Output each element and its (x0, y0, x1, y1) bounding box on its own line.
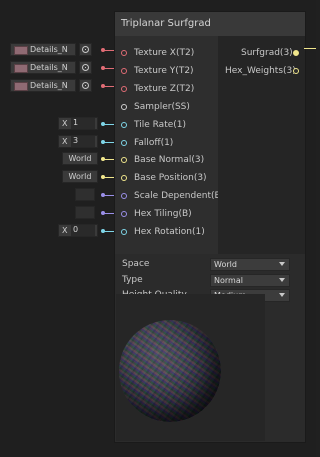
texture-x-object-field[interactable]: Details_N (10, 43, 76, 56)
input-port-texture-z[interactable]: Texture Z(T2) (115, 81, 218, 99)
type-dropdown[interactable]: Normal (210, 274, 290, 287)
scale-dependent-toggle[interactable] (75, 188, 95, 201)
wire (104, 159, 114, 160)
texture-y-object-field[interactable]: Details_N (10, 61, 76, 74)
tile-rate-value[interactable]: 1 (71, 118, 95, 129)
falloff-field[interactable]: X 3 (58, 135, 98, 148)
port-connector-icon[interactable] (121, 175, 127, 181)
port-connector-icon[interactable] (121, 122, 127, 128)
chevron-down-icon (279, 262, 285, 266)
input-port-texture-y[interactable]: Texture Y(T2) (115, 63, 218, 81)
node-preview[interactable] (116, 294, 265, 441)
wire (104, 177, 114, 178)
setting-space: Space World (115, 258, 305, 272)
port-connector-icon[interactable] (121, 68, 127, 74)
port-connector-icon[interactable] (293, 50, 299, 56)
port-connector-icon[interactable] (121, 50, 127, 56)
object-picker-icon (82, 64, 89, 71)
object-picker-button[interactable] (79, 43, 92, 56)
object-picker-icon (82, 46, 89, 53)
hex-tiling-toggle[interactable] (75, 206, 95, 219)
input-port-base-position[interactable]: Base Position(3) (115, 170, 218, 188)
wire (104, 68, 114, 69)
object-picker-button[interactable] (79, 61, 92, 74)
wire (104, 86, 114, 87)
preview-sphere (119, 320, 221, 422)
input-port-texture-x[interactable]: Texture X(T2) (115, 45, 218, 63)
base-position-field[interactable]: World (62, 170, 98, 183)
input-port-falloff[interactable]: Falloff(1) (115, 135, 218, 153)
graph-canvas[interactable]: Details_N Details_N Details_N X 1 X 3 Wo… (0, 0, 316, 457)
port-connector-icon[interactable] (121, 193, 127, 199)
output-port-hex-weights[interactable]: Hex_Weights(3) (218, 63, 305, 81)
texture-thumbnail-icon (14, 64, 28, 73)
base-normal-field[interactable]: World (62, 152, 98, 165)
input-port-tile-rate[interactable]: Tile Rate(1) (115, 117, 218, 135)
output-wire (304, 48, 316, 49)
wire (104, 142, 114, 143)
wire (104, 213, 114, 214)
tile-rate-field[interactable]: X 1 (58, 117, 98, 130)
input-port-hex-rotation[interactable]: Hex Rotation(1) (115, 224, 218, 242)
port-connector-icon[interactable] (121, 140, 127, 146)
input-port-base-normal[interactable]: Base Normal(3) (115, 152, 218, 170)
port-connector-icon[interactable] (293, 68, 299, 74)
port-connector-icon[interactable] (121, 211, 127, 217)
object-picker-icon (82, 82, 89, 89)
port-connector-icon[interactable] (121, 86, 127, 92)
texture-thumbnail-icon (14, 82, 28, 91)
input-port-scale-dependent[interactable]: Scale Dependent(B) (115, 188, 224, 206)
wire (104, 124, 114, 125)
wire (104, 231, 114, 232)
port-connector-icon[interactable] (121, 157, 127, 163)
node-inputs: Texture X(T2) Texture Y(T2) Texture Z(T2… (115, 36, 224, 254)
node-title[interactable]: Triplanar Surfgrad (115, 12, 305, 36)
hex-rotation-field[interactable]: X 0 (58, 224, 98, 237)
setting-type: Type Normal (115, 274, 305, 288)
chevron-down-icon (279, 278, 285, 282)
port-connector-icon[interactable] (121, 229, 127, 235)
input-port-hex-tiling[interactable]: Hex Tiling(B) (115, 206, 218, 224)
port-connector-icon[interactable] (121, 104, 127, 110)
triplanar-surfgrad-node[interactable]: Triplanar Surfgrad Texture X(T2) Texture… (114, 11, 306, 443)
wire (104, 50, 114, 51)
texture-thumbnail-icon (14, 46, 28, 55)
chevron-down-icon (279, 293, 285, 297)
object-picker-button[interactable] (79, 79, 92, 92)
wire (104, 195, 114, 196)
falloff-value[interactable]: 3 (71, 136, 95, 147)
output-port-surfgrad[interactable]: Surfgrad(3) (218, 45, 305, 63)
space-dropdown[interactable]: World (210, 258, 290, 271)
node-outputs: Surfgrad(3) Hex_Weights(3) (218, 36, 305, 254)
texture-z-object-field[interactable]: Details_N (10, 79, 76, 92)
hex-rotation-value[interactable]: 0 (71, 225, 95, 236)
input-port-sampler[interactable]: Sampler(SS) (115, 99, 218, 117)
